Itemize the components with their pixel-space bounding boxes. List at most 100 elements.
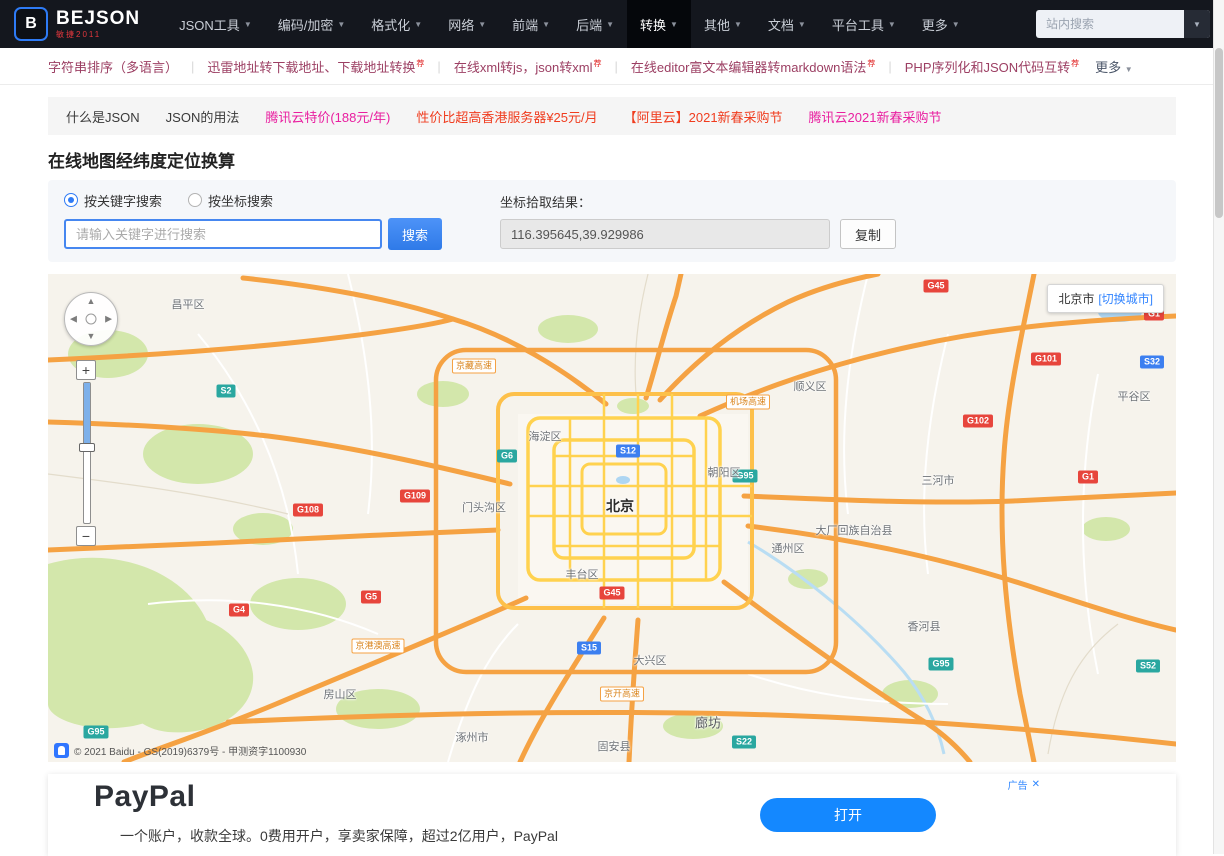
topnav-item[interactable]: 转换 ▼ — [627, 0, 691, 48]
topbar: B BEJSON 敏捷2011 JSON工具 ▼ 编码/加密 ▼ 格式化 ▼ 网络 ▼ 前端 ▼ 后… — [0, 0, 1224, 48]
subnav-link[interactable]: PHP序列化和JSON代码互转荐 — [905, 57, 1079, 76]
page-scrollbar[interactable] — [1213, 0, 1224, 854]
chevron-down-icon: ▼ — [337, 19, 346, 29]
ad-label: 广告 — [1007, 781, 1028, 792]
chevron-down-icon: ▼ — [797, 19, 806, 29]
site-search-dropdown[interactable]: ▼ — [1184, 10, 1210, 38]
map-canvas[interactable]: 昌平区 顺义区 平谷区 海淀区 朝阳区 门头沟区 丰台区 通州区 大兴区 房山区 三河市 大厂回族自治… — [48, 274, 1176, 762]
ad-open-button[interactable]: 打开 — [760, 798, 936, 832]
radio-search-by-coord[interactable]: 按坐标搜索 — [188, 191, 273, 210]
ad-tag: 广告 ✕ — [1008, 777, 1040, 792]
topnav-item[interactable]: 网络 ▼ — [435, 0, 499, 48]
topnav-item-label: JSON工具 — [179, 17, 240, 33]
divider: | — [614, 58, 618, 74]
zoom-out-button[interactable]: − — [76, 526, 96, 546]
scrollbar-thumb[interactable] — [1215, 48, 1223, 218]
baidu-map-logo-icon — [54, 743, 69, 758]
keyword-input[interactable] — [64, 219, 382, 249]
topnav-item[interactable]: 更多 ▼ — [909, 0, 973, 48]
pan-left-icon[interactable]: ◀ — [70, 314, 77, 324]
ad-close-icon[interactable]: ✕ — [1032, 779, 1040, 790]
chevron-down-icon: ▼ — [1124, 64, 1133, 74]
zoom-slider-track[interactable] — [79, 382, 95, 524]
quick-link[interactable]: 腾讯云特价(188元/年) — [265, 107, 390, 126]
radio-coord-label: 按坐标搜索 — [208, 193, 274, 209]
page-title: 在线地图经纬度定位换算 — [48, 152, 235, 171]
topnav-item-label: 前端 — [512, 17, 539, 33]
divider: | — [888, 58, 892, 74]
zoom-in-button[interactable]: + — [76, 360, 96, 380]
site-search-input[interactable] — [1036, 17, 1184, 31]
radio-search-by-keyword[interactable]: 按关键字搜索 — [64, 191, 162, 210]
pan-center-icon[interactable] — [85, 313, 97, 325]
topnav-item-label: 其他 — [703, 17, 730, 33]
bejson-logo[interactable]: B BEJSON 敏捷2011 — [14, 7, 140, 41]
chevron-down-icon: ▼ — [887, 19, 896, 29]
quick-link[interactable]: 什么是JSON — [66, 107, 140, 126]
hot-badge: 荐 — [867, 59, 876, 69]
result-group: 坐标拾取结果： 复制 — [500, 190, 897, 250]
ad-brand: PayPal — [94, 780, 196, 813]
topnav-item-label: 网络 — [448, 17, 475, 33]
switch-city-link[interactable]: [切换城市] — [1098, 292, 1153, 306]
pan-down-icon[interactable]: ▼ — [87, 332, 96, 341]
radio-unselected-icon — [188, 193, 203, 207]
chevron-down-icon: ▼ — [414, 19, 423, 29]
chevron-down-icon: ▼ — [733, 19, 742, 29]
hot-badge: 荐 — [416, 59, 425, 69]
tool-panel: 按关键字搜索 按坐标搜索 搜索 坐标拾取结果： 复制 — [48, 180, 1176, 262]
quick-link[interactable]: 性价比超高香港服务器¥25元/月 — [416, 107, 597, 126]
coordinate-result-input[interactable] — [500, 219, 830, 249]
ad-text: 一个账户，收款全球。0费用开户，享卖家保障，超过2亿用户，PayPal — [120, 828, 558, 844]
topnav-menu: JSON工具 ▼ 编码/加密 ▼ 格式化 ▼ 网络 ▼ 前端 ▼ 后端 ▼ 转换 ▼ 其他 ▼ 文档 ▼ 平台工具 ▼… — [166, 0, 973, 48]
subnav-link[interactable]: 迅雷地址转下载地址、下载地址转换荐 — [207, 57, 424, 76]
map-attribution: © 2021 Baidu - GS(2019)6379号 - 甲测资字11009… — [54, 743, 306, 758]
topnav-item-label: 编码/加密 — [277, 17, 334, 33]
subnav-link[interactable]: 在线editor富文本编辑器转markdown语法荐 — [631, 57, 876, 76]
topnav-item[interactable]: JSON工具 ▼ — [166, 0, 265, 48]
map-zoom-control: + − — [76, 360, 98, 546]
quick-link[interactable]: 腾讯云2021新春采购节 — [809, 107, 942, 126]
quick-link[interactable]: 【阿里云】2021新春采购节 — [624, 107, 783, 126]
chevron-down-icon: ▼ — [478, 19, 487, 29]
hot-badge: 荐 — [1071, 59, 1080, 69]
topnav-item-label: 文档 — [767, 17, 794, 33]
quicklinks: 什么是JSON JSON的用法 腾讯云特价(188元/年) 性价比超高香港服务器¥25… — [48, 97, 1176, 135]
radio-keyword-label: 按关键字搜索 — [84, 193, 163, 209]
subnav-link[interactable]: 在线xml转js，json转xml荐 — [454, 57, 602, 76]
hot-badge: 荐 — [593, 59, 602, 69]
chevron-down-icon: ▼ — [606, 19, 615, 29]
bejson-logo-icon: B — [14, 7, 48, 41]
radio-selected-icon — [64, 193, 78, 207]
divider: | — [191, 58, 195, 74]
chevron-down-icon: ▼ — [951, 19, 960, 29]
pan-up-icon[interactable]: ▲ — [87, 297, 96, 306]
logo-subtitle: 敏捷2011 — [56, 30, 102, 39]
chevron-down-icon: ▼ — [542, 19, 551, 29]
pan-right-icon[interactable]: ▶ — [105, 314, 112, 324]
zoom-slider-handle[interactable] — [79, 443, 95, 452]
topnav-item-label: 转换 — [640, 17, 667, 33]
quick-link[interactable]: JSON的用法 — [166, 107, 240, 126]
subnav-link[interactable]: 字符串排序（多语言） — [48, 57, 178, 76]
topnav-item-label: 更多 — [921, 17, 948, 33]
topnav-item[interactable]: 格式化 ▼ — [358, 0, 435, 48]
chevron-down-icon: ▼ — [670, 19, 678, 29]
copy-button[interactable]: 复制 — [840, 219, 897, 249]
topnav-item[interactable]: 前端 ▼ — [499, 0, 563, 48]
result-label: 坐标拾取结果： — [500, 195, 592, 210]
map-pan-control[interactable]: ▲ ▼ ◀ ▶ — [64, 292, 118, 346]
ad-banner[interactable]: PayPal 一个账户，收款全球。0费用开户，享卖家保障，超过2亿用户，PayP… — [48, 774, 1176, 856]
topnav-item[interactable]: 后端 ▼ — [563, 0, 627, 48]
map-roads-svg — [48, 274, 1176, 762]
subnav: 字符串排序（多语言） | 迅雷地址转下载地址、下载地址转换荐 | 在线xml转js，js… — [0, 48, 1224, 85]
subnav-list: 字符串排序（多语言） | 迅雷地址转下载地址、下载地址转换荐 | 在线xml转js，js… — [48, 57, 1133, 76]
topnav-item[interactable]: 编码/加密 ▼ — [265, 0, 359, 48]
topnav-item[interactable]: 其他 ▼ — [691, 0, 755, 48]
topnav-item[interactable]: 平台工具 ▼ — [819, 0, 909, 48]
topnav-item-label: 后端 — [576, 17, 603, 33]
topnav-item-label: 格式化 — [371, 17, 411, 33]
subnav-more[interactable]: 更多 ▼ — [1095, 57, 1133, 76]
topnav-item[interactable]: 文档 ▼ — [755, 0, 819, 48]
search-button[interactable]: 搜索 — [388, 218, 442, 250]
